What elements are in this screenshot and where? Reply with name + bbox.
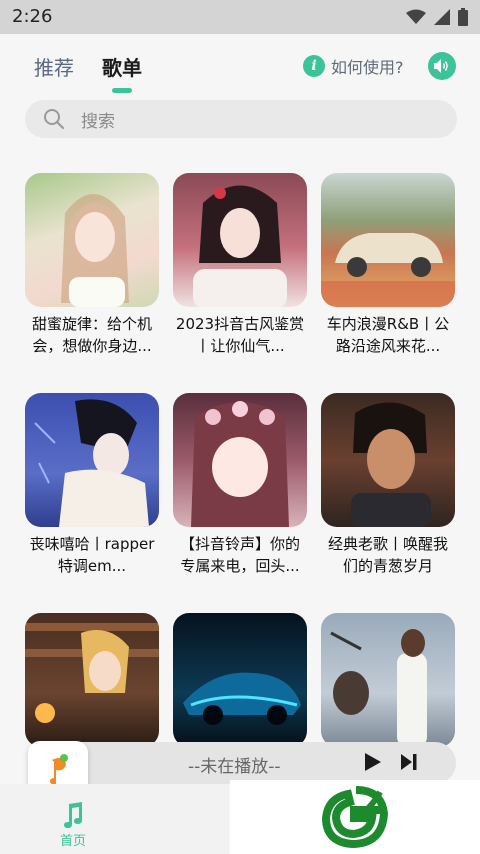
playlist-cover <box>321 613 455 747</box>
playlist-card[interactable] <box>321 613 455 747</box>
playlist-title: 【抖音铃声】你的专属来电，回头... <box>179 535 300 575</box>
music-note-icon <box>64 802 82 828</box>
nav-home[interactable]: 首页 <box>60 802 86 849</box>
info-icon: i <box>303 55 325 77</box>
status-time: 2:26 <box>12 6 53 27</box>
playlist-title: 甜蜜旋律：给个机会，想做你身边... <box>31 315 152 355</box>
mini-player[interactable]: --未在播放-- <box>28 742 456 784</box>
playlist-title: 车内浪漫R&B丨公路沿途风来花... <box>326 315 450 355</box>
playlist-card[interactable]: 【抖音铃声】你的专属来电，回头... <box>173 393 307 577</box>
playlist-card[interactable] <box>173 613 307 747</box>
playlist-title: 丧味嘻哈丨rapper特调em... <box>29 535 155 575</box>
tab-playlists[interactable]: 歌单 <box>102 52 142 93</box>
leaf-g-logo-icon <box>321 786 389 848</box>
playlist-cover <box>25 393 159 527</box>
signal-icon <box>434 9 450 25</box>
play-icon[interactable] <box>364 752 382 772</box>
next-track-icon[interactable] <box>400 753 418 771</box>
playlist-cover <box>321 173 455 307</box>
playlist-title: 经典老歌丨唤醒我们的青葱岁月 <box>327 535 448 575</box>
help-label: 如何使用? <box>331 58 404 77</box>
playlist-card[interactable]: 车内浪漫R&B丨公路沿途风来花... <box>321 173 455 357</box>
playlist-title: 2023抖音古风鉴赏丨让你仙气... <box>175 315 305 355</box>
tab-recommend-label: 推荐 <box>34 56 74 80</box>
wifi-icon <box>406 9 426 24</box>
playlist-cover <box>173 393 307 527</box>
playlist-cover <box>173 613 307 747</box>
playlist-cover <box>173 173 307 307</box>
top-tabs: 推荐 歌单 <box>34 52 142 93</box>
search-icon <box>44 109 65 130</box>
playlist-card[interactable]: 丧味嘻哈丨rapper特调em... <box>25 393 159 577</box>
active-tab-indicator <box>112 88 132 93</box>
nav-home-label: 首页 <box>60 834 87 849</box>
sound-button[interactable] <box>428 52 456 80</box>
playlist-card[interactable] <box>25 613 159 747</box>
playlist-card[interactable]: 2023抖音古风鉴赏丨让你仙气... <box>173 173 307 357</box>
tab-playlists-label: 歌单 <box>102 56 142 80</box>
search-placeholder: 搜索 <box>81 111 115 132</box>
tab-recommend[interactable]: 推荐 <box>34 52 74 81</box>
playlist-cover <box>25 173 159 307</box>
playlist-cover <box>25 613 159 747</box>
speaker-icon <box>434 59 448 73</box>
playlist-card[interactable]: 经典老歌丨唤醒我们的青葱岁月 <box>321 393 455 577</box>
help-link[interactable]: i 如何使用? <box>303 54 404 78</box>
status-bar: 2:26 <box>0 0 480 34</box>
search-bar[interactable]: 搜索 <box>25 100 457 138</box>
playlist-cover <box>321 393 455 527</box>
status-icons <box>406 8 468 26</box>
now-playing-status: --未在播放-- <box>188 757 281 777</box>
battery-icon <box>458 8 468 26</box>
playlist-card[interactable]: 甜蜜旋律：给个机会，想做你身边... <box>25 173 159 357</box>
watermark-logo <box>230 780 480 854</box>
